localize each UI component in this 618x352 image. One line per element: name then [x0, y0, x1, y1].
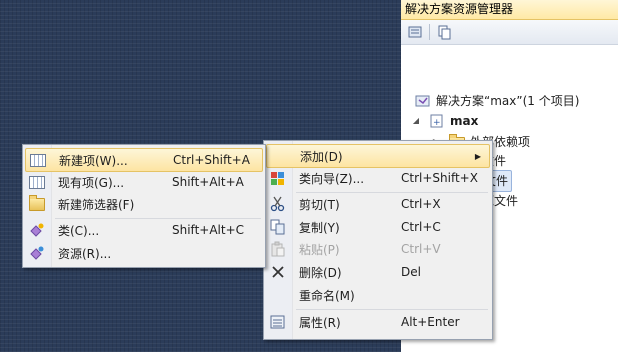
- folder-icon: [29, 194, 45, 212]
- panel-title: 解决方案资源管理器: [401, 0, 618, 20]
- tree-project[interactable]: ◢ + max: [411, 111, 478, 131]
- panel-toolbar: [401, 20, 618, 45]
- show-all-files-icon[interactable]: [436, 24, 452, 40]
- copy-icon: [270, 219, 286, 235]
- menu-item-properties[interactable]: 属性(R) Alt+Enter: [266, 311, 490, 333]
- new-item-icon: [30, 152, 46, 168]
- submenu-item-class[interactable]: 类(C)... Shift+Alt+C: [25, 219, 263, 241]
- context-menu: 添加(D) ▶ 类向导(Z)... Ctrl+Shift+X 剪切(T) Ctr…: [263, 140, 493, 340]
- svg-text:+: +: [433, 118, 441, 128]
- project-label: max: [450, 114, 479, 128]
- solution-label: 解决方案“max”(1 个项目): [436, 94, 580, 108]
- properties-icon[interactable]: [407, 24, 423, 40]
- menu-item-paste[interactable]: 粘贴(P) Ctrl+V: [266, 238, 490, 260]
- collapse-icon[interactable]: ◢: [411, 111, 421, 131]
- project-icon: +: [429, 114, 445, 128]
- solution-icon: [415, 94, 431, 108]
- submenu-item-new-filter[interactable]: 新建筛选器(F): [25, 193, 263, 215]
- add-submenu: 新建项(W)... Ctrl+Shift+A 现有项(G)... Shift+A…: [22, 144, 266, 268]
- menu-item-copy[interactable]: 复制(Y) Ctrl+C: [266, 216, 490, 238]
- properties-icon: [270, 314, 286, 330]
- menu-item-rename[interactable]: 重命名(M): [266, 284, 490, 306]
- menu-item-class-wizard[interactable]: 类向导(Z)... Ctrl+Shift+X: [266, 167, 490, 189]
- class-wizard-icon: [270, 170, 286, 186]
- submenu-item-resource[interactable]: 资源(R)...: [25, 242, 263, 264]
- menu-item-delete[interactable]: 删除(D) Del: [266, 261, 490, 283]
- tree-solution[interactable]: 解决方案“max”(1 个项目): [415, 91, 579, 111]
- scissors-icon: [270, 196, 286, 212]
- submenu-item-existing-item[interactable]: 现有项(G)... Shift+Alt+A: [25, 171, 263, 193]
- submenu-arrow-icon: ▶: [474, 151, 481, 161]
- submenu-item-new-item[interactable]: 新建项(W)... Ctrl+Shift+A: [25, 148, 263, 172]
- delete-x-icon: [270, 264, 286, 280]
- menu-item-add[interactable]: 添加(D) ▶: [266, 144, 490, 168]
- resource-icon: [29, 245, 45, 261]
- existing-item-icon: [29, 174, 45, 190]
- paste-icon: [270, 241, 286, 257]
- menu-item-cut[interactable]: 剪切(T) Ctrl+X: [266, 193, 490, 215]
- class-icon: [29, 222, 45, 238]
